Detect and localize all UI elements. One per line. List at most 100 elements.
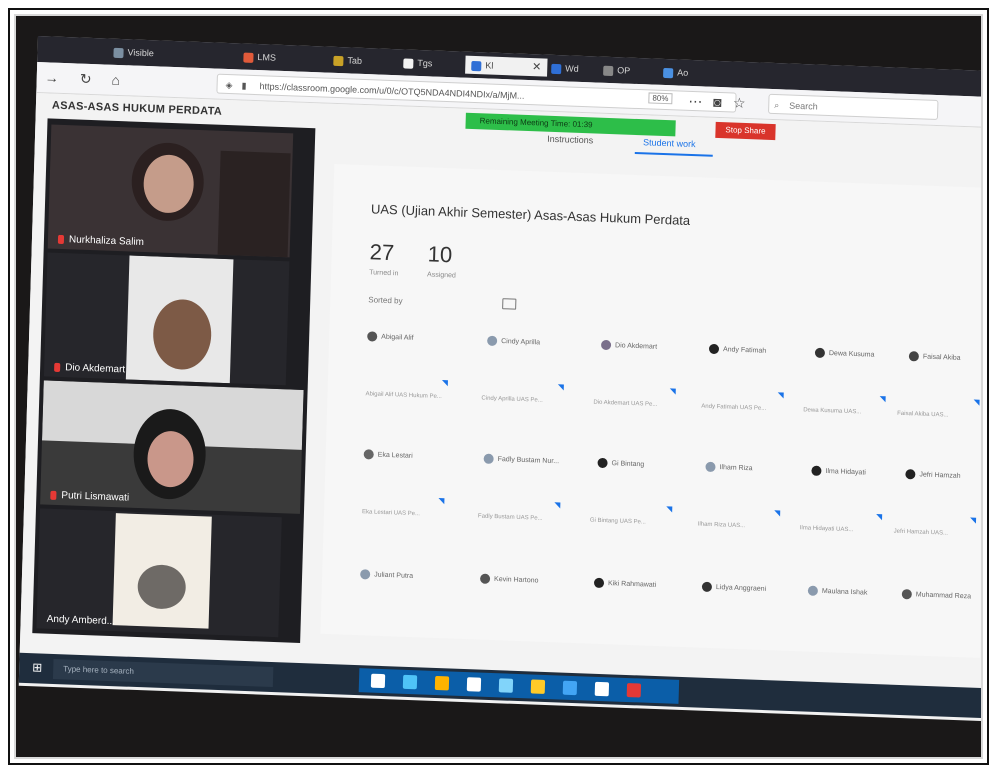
- doc-flag-icon: [777, 392, 784, 399]
- student-name[interactable]: Ilham Riza: [705, 461, 753, 474]
- doc-flag-icon: [969, 517, 977, 524]
- participant-tile[interactable]: Nurkhaliza Salim: [47, 124, 294, 258]
- browser-tab-active[interactable]: Kl ✕: [465, 55, 548, 77]
- tab-student-work[interactable]: Student work: [643, 137, 696, 149]
- submission-card[interactable]: Jefri Hamzah UAS...: [893, 515, 981, 568]
- pocket-icon[interactable]: ◙: [708, 93, 727, 112]
- more-icon[interactable]: ⋯: [686, 92, 705, 111]
- student-name[interactable]: Dio Akdemart: [600, 339, 657, 352]
- files-icon[interactable]: [530, 679, 546, 694]
- student-name[interactable]: Dewa Kusuma: [814, 347, 875, 360]
- download-icon[interactable]: ⇩: [976, 102, 981, 121]
- student-name[interactable]: Kevin Hartono: [479, 573, 539, 586]
- folder-icon[interactable]: [502, 298, 517, 310]
- back-icon[interactable]: →: [43, 68, 62, 87]
- student-name[interactable]: Gi Bintang: [597, 457, 644, 470]
- reload-icon[interactable]: ↻: [76, 69, 95, 88]
- close-tab-icon[interactable]: ✕: [532, 58, 542, 76]
- stop-share-button[interactable]: Stop Share: [715, 121, 776, 141]
- student-name[interactable]: Jefri Hamzah: [905, 469, 961, 481]
- submission-card[interactable]: Dio Akdemart UAS Pe...: [592, 386, 683, 439]
- tab-favicon-icon: [113, 47, 124, 58]
- doc-flag-icon: [669, 388, 676, 395]
- submission-card[interactable]: Fadly Bustam UAS Pe...: [477, 499, 568, 552]
- powerpoint-icon[interactable]: [626, 683, 642, 698]
- search-input[interactable]: ⌕ Search: [768, 93, 939, 121]
- page-content: ASAS-ASAS HUKUM PERDATA Remaining Meetin…: [19, 92, 981, 689]
- muted-mic-icon: [50, 490, 57, 500]
- student-name[interactable]: Andy Fatimah: [708, 343, 766, 356]
- active-tab-indicator: [634, 151, 713, 157]
- room-background: [217, 150, 291, 258]
- firefox-icon[interactable]: [562, 680, 578, 696]
- submission-card[interactable]: Ilma Hidayati UAS...: [799, 511, 890, 564]
- photo-frame: Visible LMS Tab Tgs Kl ✕ Wd OP Ao → ↻ ⌂ …: [14, 14, 983, 759]
- assignment-title: UAS (Ujian Akhir Semester) Asas-Asas Huk…: [370, 201, 691, 229]
- sort-dropdown[interactable]: Sorted by: [368, 295, 402, 305]
- browser-tab[interactable]: Ao: [657, 63, 695, 82]
- muted-mic-icon: [57, 234, 65, 244]
- participant-name: Andy Amberd...: [46, 613, 116, 628]
- student-name[interactable]: Faisal Akiba: [908, 351, 961, 363]
- shield-icon: ◈: [225, 79, 233, 91]
- participant-tile[interactable]: Dio Akdemart: [43, 252, 290, 386]
- doc-flag-icon: [441, 380, 448, 387]
- submission-card[interactable]: Dewa Kusuma UAS...: [802, 393, 893, 446]
- submission-card[interactable]: Gi Bintang UAS Pe...: [589, 504, 680, 557]
- explorer-icon[interactable]: [434, 675, 450, 691]
- student-name[interactable]: Kiki Rahmawati: [593, 577, 657, 590]
- submission-card[interactable]: Ilham Riza UAS...: [697, 508, 788, 561]
- browser-tab[interactable]: OP: [597, 61, 637, 80]
- submission-card[interactable]: Faisal Akiba UAS...: [896, 397, 981, 450]
- doc-flag-icon: [774, 510, 781, 517]
- monitor-screen: Visible LMS Tab Tgs Kl ✕ Wd OP Ao → ↻ ⌂ …: [18, 36, 981, 722]
- task-view-icon[interactable]: [370, 673, 386, 689]
- participant-name: Nurkhaliza Salim: [57, 234, 144, 248]
- student-name[interactable]: Eka Lestari: [363, 449, 413, 461]
- tab-favicon-icon: [603, 65, 614, 76]
- search-icon: ⌕: [774, 100, 780, 111]
- browser-tab[interactable]: Tgs: [397, 53, 439, 72]
- windows-icon[interactable]: [594, 681, 610, 697]
- zoom-level[interactable]: 80%: [648, 92, 673, 105]
- assigned-count: 10: [427, 241, 453, 268]
- tab-favicon-icon: [551, 63, 562, 74]
- student-name[interactable]: Juliant Putra: [360, 569, 413, 581]
- doc-flag-icon: [666, 506, 673, 513]
- bookmark-star-icon[interactable]: ☆: [730, 93, 749, 112]
- student-name[interactable]: Muhammad Reza: [901, 589, 972, 602]
- browser-tab[interactable]: Visible: [107, 43, 160, 63]
- submission-card[interactable]: Andy Fatimah UAS Pe...: [700, 390, 791, 443]
- submission-card[interactable]: Cindy Aprilla UAS Pe...: [480, 381, 571, 434]
- student-name[interactable]: Ilma Hidayati: [811, 465, 866, 478]
- participant-name: Putri Lismawati: [50, 490, 129, 504]
- browser-tab[interactable]: Wd: [545, 59, 585, 78]
- student-work-panel: UAS (Ujian Akhir Semester) Asas-Asas Huk…: [320, 163, 981, 658]
- submission-card[interactable]: Eka Lestari UAS Pe...: [361, 495, 452, 548]
- edge-icon[interactable]: [402, 674, 418, 690]
- home-icon[interactable]: ⌂: [106, 71, 125, 90]
- student-name[interactable]: Lidya Anggraeni: [701, 581, 766, 594]
- student-name[interactable]: Fadly Bustam Nur...: [483, 453, 560, 467]
- turned-in-label: Turned in: [369, 269, 399, 278]
- tab-favicon-icon: [333, 55, 344, 66]
- assigned-label: Assigned: [426, 271, 456, 280]
- tab-instructions[interactable]: Instructions: [547, 134, 593, 146]
- browser-tab[interactable]: Tab: [327, 51, 368, 70]
- turned-in-count: 27: [369, 239, 395, 266]
- lock-icon: ▮: [241, 80, 247, 91]
- student-name[interactable]: Maulana Ishak: [807, 585, 868, 598]
- browser-tab[interactable]: LMS: [237, 47, 282, 67]
- doc-flag-icon: [876, 514, 883, 521]
- store-icon[interactable]: [466, 677, 482, 692]
- tab-favicon-icon: [663, 67, 674, 78]
- student-name[interactable]: Cindy Aprilla: [487, 335, 540, 348]
- taskbar-search-input[interactable]: Type here to search: [52, 658, 274, 688]
- participant-tile[interactable]: Andy Amberd...: [36, 508, 282, 638]
- student-name[interactable]: Abigail Alif: [367, 331, 414, 343]
- participant-tile[interactable]: Putri Lismawati: [40, 380, 304, 514]
- submission-card[interactable]: Abigail Alif UAS Hukum Pe...: [365, 377, 456, 430]
- video-participant-panel: Nurkhaliza Salim Dio Akdemart Putri Lism…: [32, 118, 316, 643]
- windows-start-icon[interactable]: ⊞: [29, 659, 45, 676]
- mail-icon[interactable]: [498, 678, 514, 693]
